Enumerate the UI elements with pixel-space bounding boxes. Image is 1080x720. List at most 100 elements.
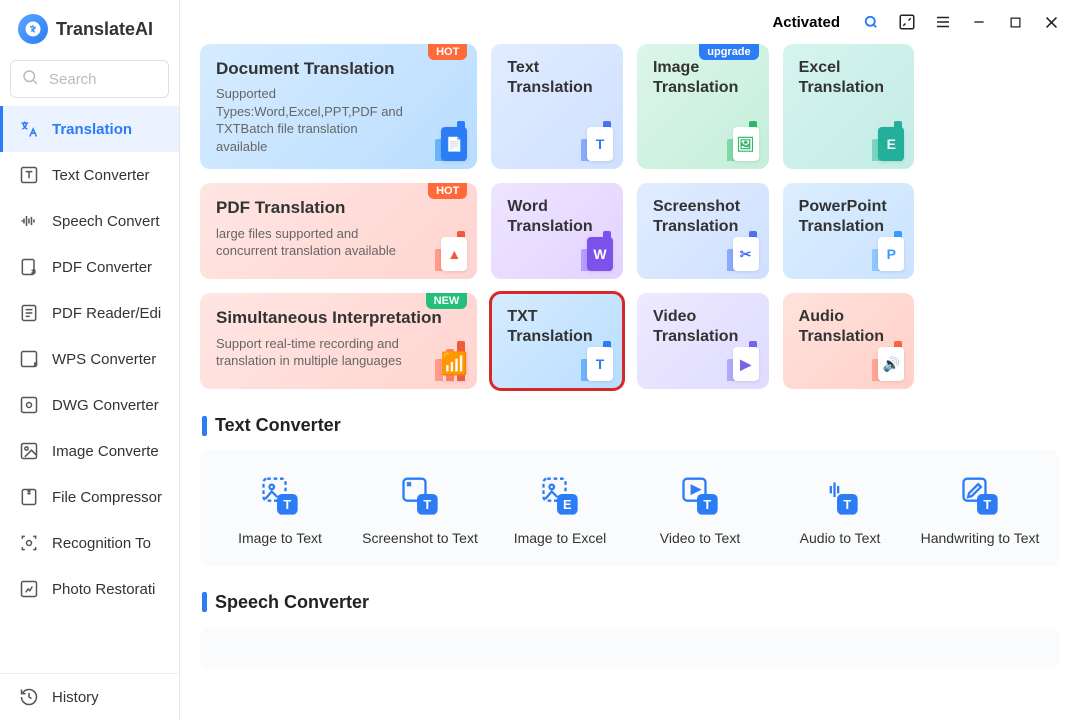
dwg-icon bbox=[18, 394, 40, 416]
sidebar-item-label: PDF Converter bbox=[52, 259, 152, 276]
translation-grid: HOT Document Translation Supported Types… bbox=[200, 44, 1060, 389]
minimize-icon[interactable] bbox=[970, 13, 988, 31]
speech-converter-row bbox=[200, 627, 1060, 669]
nav-bottom: History bbox=[0, 673, 179, 720]
section-speech-converter: Speech Converter bbox=[202, 592, 1060, 613]
card-excel-translation[interactable]: Excel Translation E bbox=[783, 44, 915, 169]
card-video-translation[interactable]: Video Translation ▶ bbox=[637, 293, 769, 389]
main: Activated HOT Document Translation Suppo… bbox=[180, 0, 1080, 720]
conv-label: Image to Excel bbox=[514, 530, 607, 548]
sidebar-item-pdf-converter[interactable]: PDF Converter bbox=[0, 244, 179, 290]
sidebar-item-label: File Compressor bbox=[52, 489, 162, 506]
card-subtitle: Supported Types:Word,Excel,PPT,PDF and T… bbox=[216, 85, 412, 155]
excel-icon: E bbox=[844, 111, 904, 161]
sidebar-item-text-converter[interactable]: Text Converter bbox=[0, 152, 179, 198]
compress-icon bbox=[18, 486, 40, 508]
brand-name: TranslateAI bbox=[56, 19, 153, 40]
brand-logo-icon bbox=[18, 14, 48, 44]
sidebar-item-label: Speech Convert bbox=[52, 213, 160, 230]
card-document-translation[interactable]: HOT Document Translation Supported Types… bbox=[200, 44, 477, 169]
nav: Translation Text Converter Speech Conver… bbox=[0, 106, 179, 673]
card-audio-translation[interactable]: Audio Translation 🔊 bbox=[783, 293, 915, 389]
card-subtitle: large files supported and concurrent tra… bbox=[216, 225, 412, 260]
card-powerpoint-translation[interactable]: PowerPoint Translation P bbox=[783, 183, 915, 279]
section-title: Text Converter bbox=[215, 415, 341, 436]
sidebar-item-dwg-converter[interactable]: DWG Converter bbox=[0, 382, 179, 428]
sidebar-item-label: WPS Converter bbox=[52, 351, 156, 368]
card-title: Image Translation bbox=[653, 58, 753, 98]
svg-text:T: T bbox=[283, 497, 291, 512]
sidebar-item-translation[interactable]: Translation bbox=[0, 106, 179, 152]
card-screenshot-translation[interactable]: Screenshot Translation ✂ bbox=[637, 183, 769, 279]
titlebar: Activated bbox=[180, 0, 1080, 44]
sidebar-item-label: History bbox=[52, 689, 99, 706]
activation-status: Activated bbox=[772, 14, 840, 31]
close-icon[interactable] bbox=[1042, 13, 1060, 31]
sidebar-item-wps-converter[interactable]: WPS Converter bbox=[0, 336, 179, 382]
brand: TranslateAI bbox=[0, 0, 179, 54]
recognition-icon bbox=[18, 532, 40, 554]
section-text-converter: Text Converter bbox=[202, 415, 1060, 436]
search-box[interactable] bbox=[10, 60, 169, 98]
hot-badge: HOT bbox=[428, 44, 467, 60]
video-to-text-icon: T bbox=[677, 474, 723, 520]
sidebar-item-file-compressor[interactable]: File Compressor bbox=[0, 474, 179, 520]
card-title: Excel Translation bbox=[799, 58, 899, 98]
section-bar-icon bbox=[202, 592, 207, 612]
sidebar-item-pdf-reader[interactable]: PDF Reader/Edi bbox=[0, 290, 179, 336]
pdf-icon: ▲ bbox=[407, 221, 467, 271]
section-bar-icon bbox=[202, 416, 207, 436]
search-icon bbox=[21, 68, 39, 91]
image-to-excel-icon: E bbox=[537, 474, 583, 520]
sidebar-item-photo-restoration[interactable]: Photo Restorati bbox=[0, 566, 179, 612]
card-word-translation[interactable]: Word Translation W bbox=[491, 183, 623, 279]
handwriting-to-text-icon: T bbox=[957, 474, 1003, 520]
conv-label: Audio to Text bbox=[800, 530, 881, 548]
restore-icon bbox=[18, 578, 40, 600]
card-title: PDF Translation bbox=[216, 197, 461, 218]
history-icon bbox=[18, 686, 40, 708]
document-icon: 📄 bbox=[407, 111, 467, 161]
conv-image-to-text[interactable]: T Image to Text bbox=[210, 474, 350, 548]
conv-audio-to-text[interactable]: T Audio to Text bbox=[770, 474, 910, 548]
conv-handwriting-to-text[interactable]: T Handwriting to Text bbox=[910, 474, 1050, 548]
conv-label: Screenshot to Text bbox=[362, 530, 478, 548]
image-icon bbox=[18, 440, 40, 462]
card-title: Simultaneous Interpretation bbox=[216, 307, 461, 328]
svg-text:T: T bbox=[703, 497, 711, 512]
image-to-text-icon: T bbox=[257, 474, 303, 520]
hot-badge: HOT bbox=[428, 183, 467, 199]
new-badge: NEW bbox=[426, 293, 468, 309]
conv-label: Image to Text bbox=[238, 530, 322, 548]
card-image-translation[interactable]: upgrade Image Translation 🖼 bbox=[637, 44, 769, 169]
maximize-icon[interactable] bbox=[1006, 13, 1024, 31]
sidebar-item-speech-convert[interactable]: Speech Convert bbox=[0, 198, 179, 244]
card-txt-translation[interactable]: TXT Translation T bbox=[491, 293, 623, 389]
text-converter-row: T Image to Text T Screenshot to Text E I… bbox=[200, 450, 1060, 566]
sidebar-item-label: Translation bbox=[52, 121, 132, 138]
card-pdf-translation[interactable]: HOT PDF Translation large files supporte… bbox=[200, 183, 477, 279]
conv-screenshot-to-text[interactable]: T Screenshot to Text bbox=[350, 474, 490, 548]
text-converter-icon bbox=[18, 164, 40, 186]
sidebar-item-image-converter[interactable]: Image Converte bbox=[0, 428, 179, 474]
menu-icon[interactable] bbox=[934, 13, 952, 31]
capture-icon[interactable] bbox=[898, 13, 916, 31]
sidebar-item-history[interactable]: History bbox=[0, 674, 179, 720]
conv-image-to-excel[interactable]: E Image to Excel bbox=[490, 474, 630, 548]
pdf-converter-icon bbox=[18, 256, 40, 278]
svg-text:T: T bbox=[423, 497, 431, 512]
conv-label: Handwriting to Text bbox=[921, 530, 1040, 548]
image-icon: 🖼 bbox=[699, 111, 759, 161]
card-simultaneous-interpretation[interactable]: NEW Simultaneous Interpretation Support … bbox=[200, 293, 477, 389]
section-title: Speech Converter bbox=[215, 592, 369, 613]
sidebar-item-recognition[interactable]: Recognition To bbox=[0, 520, 179, 566]
screenshot-icon: ✂ bbox=[699, 221, 759, 271]
sidebar: TranslateAI Translation Text Converter S… bbox=[0, 0, 180, 720]
card-text-translation[interactable]: Text Translation T bbox=[491, 44, 623, 169]
sidebar-item-label: PDF Reader/Edi bbox=[52, 305, 161, 322]
conv-video-to-text[interactable]: T Video to Text bbox=[630, 474, 770, 548]
interpretation-icon: 📶 bbox=[407, 331, 467, 381]
settings-icon[interactable] bbox=[862, 13, 880, 31]
svg-text:T: T bbox=[843, 497, 851, 512]
translation-icon bbox=[18, 118, 40, 140]
